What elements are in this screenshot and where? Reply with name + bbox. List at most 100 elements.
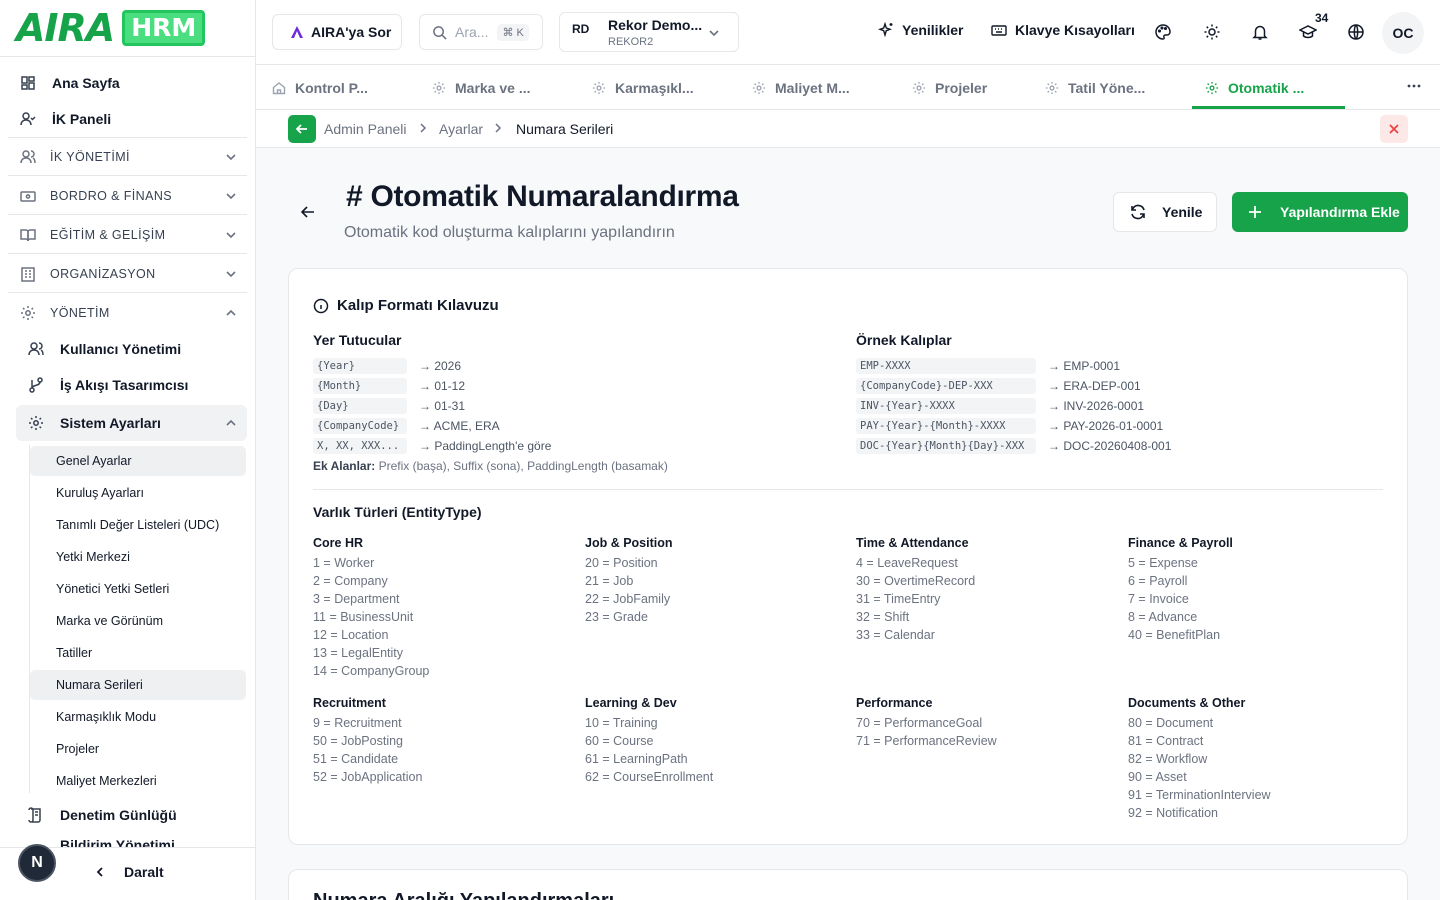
add-configuration-button[interactable]: Yapılandırma Ekle xyxy=(1232,192,1408,232)
sidebar-item-hr-panel[interactable]: İK Paneli xyxy=(8,101,247,137)
collapse-sidebar-button[interactable]: Daralt xyxy=(94,864,164,880)
breadcrumb-admin[interactable]: Admin Paneli xyxy=(324,121,407,137)
breadcrumb-settings[interactable]: Ayarlar xyxy=(439,121,483,137)
sidebar-subitem-udc[interactable]: Tanımlı Değer Listeleri (UDC) xyxy=(30,510,246,540)
tenant-avatar: RD xyxy=(572,22,590,36)
user-avatar[interactable]: OC xyxy=(1382,12,1424,54)
entity-item: 40 = BenefitPlan xyxy=(1128,628,1221,642)
more-horizontal-icon[interactable] xyxy=(1406,78,1422,94)
placeholder-code: X, XX, XXX... xyxy=(313,438,407,454)
sidebar-section-payroll[interactable]: BORDRO & FİNANS xyxy=(8,178,247,214)
arrow-left-icon[interactable] xyxy=(300,204,316,220)
sidebar-item-workflow[interactable]: İş Akışı Tasarımcısı xyxy=(16,367,247,403)
dev-tools-badge[interactable]: N xyxy=(18,844,56,882)
tab-cost-centers[interactable]: Maliyet M... xyxy=(752,65,850,110)
sidebar-item-users[interactable]: Kullanıcı Yönetimi xyxy=(16,331,247,367)
sidebar-subitem-holidays[interactable]: Tatiller xyxy=(30,638,246,668)
sidebar-subitem-number-series[interactable]: Numara Serileri xyxy=(30,670,246,700)
sidebar-section-management[interactable]: YÖNETİM xyxy=(8,295,247,331)
gear-icon xyxy=(592,81,606,94)
book-icon xyxy=(20,229,36,242)
sidebar-item-system-settings[interactable]: Sistem Ayarları xyxy=(16,405,247,441)
tenant-name: Rekor Demo... xyxy=(608,17,703,33)
tab-branding[interactable]: Marka ve ... xyxy=(432,65,531,110)
sidebar-item-home[interactable]: Ana Sayfa xyxy=(8,65,247,101)
entity-item: 31 = TimeEntry xyxy=(856,592,941,606)
refresh-icon xyxy=(1131,204,1145,220)
brand-logo[interactable]: AIRA HRM xyxy=(0,0,255,57)
users-icon xyxy=(28,342,44,356)
entity-item: 20 = Position xyxy=(585,556,658,570)
entity-item: 11 = BusinessUnit xyxy=(313,610,414,624)
sidebar-item-label: Bildirim Yönetimi xyxy=(60,837,175,847)
entity-item: 14 = CompanyGroup xyxy=(313,664,430,678)
search-button[interactable]: Ara... ⌘ K xyxy=(419,14,543,50)
pattern-guide-card: Kalıp Formatı Kılavuzu Yer Tutucular {Ye… xyxy=(288,268,1408,845)
entity-item: 71 = PerformanceReview xyxy=(856,734,997,748)
collapse-label: Daralt xyxy=(124,864,164,880)
logo-badge: HRM xyxy=(122,10,206,46)
keyboard-shortcuts-button[interactable]: Klavye Kısayolları xyxy=(991,22,1135,38)
tenant-switcher[interactable]: RD Rekor Demo... REKOR2 xyxy=(559,12,739,52)
close-page-button[interactable] xyxy=(1380,115,1408,143)
sun-icon[interactable] xyxy=(1203,23,1221,41)
examples-heading: Örnek Kalıplar xyxy=(856,332,952,348)
sidebar-subitem-general[interactable]: Genel Ayarlar xyxy=(30,446,246,476)
example-code: {CompanyCode}-DEP-XXX xyxy=(856,378,1036,394)
extra-fields-note: Ek Alanlar: Prefix (başa), Suffix (sona)… xyxy=(313,459,668,473)
sidebar-section-organization[interactable]: ORGANİZASYON xyxy=(8,256,247,292)
graduation-cap-icon[interactable] xyxy=(1299,23,1317,41)
entity-group-title: Documents & Other xyxy=(1128,696,1246,710)
entity-item: 90 = Asset xyxy=(1128,770,1187,784)
tab-holidays[interactable]: Tatil Yöne... xyxy=(1045,65,1145,110)
entity-item: 12 = Location xyxy=(313,628,389,642)
palette-icon[interactable] xyxy=(1154,23,1172,41)
entity-item: 13 = LegalEntity xyxy=(313,646,403,660)
chevron-right-icon xyxy=(495,123,502,133)
whats-new-button[interactable]: Yenilikler xyxy=(878,22,963,38)
divider xyxy=(8,253,247,254)
search-placeholder: Ara... xyxy=(455,24,489,40)
refresh-button[interactable]: Yenile xyxy=(1113,192,1217,232)
entity-item: 61 = LearningPath xyxy=(585,752,688,766)
entity-item: 8 = Advance xyxy=(1128,610,1198,624)
bell-icon[interactable] xyxy=(1251,23,1269,41)
notification-count: 34 xyxy=(1315,11,1329,25)
tab-projects[interactable]: Projeler xyxy=(912,65,987,110)
entity-types-heading: Varlık Türleri (EntityType) xyxy=(313,504,482,520)
number-range-config-card: Numara Aralığı Yapılandırmaları xyxy=(288,869,1408,900)
chevron-down-icon xyxy=(226,232,236,239)
sidebar-subitem-cost-centers[interactable]: Maliyet Merkezleri xyxy=(30,766,246,796)
sidebar-subitem-manager-sets[interactable]: Yönetici Yetki Setleri xyxy=(30,574,246,604)
sidebar-subitem-projects[interactable]: Projeler xyxy=(30,734,246,764)
divider xyxy=(8,137,247,138)
sidebar-subitem-organization[interactable]: Kuruluş Ayarları xyxy=(30,478,246,508)
sidebar-subitem-permissions[interactable]: Yetki Merkezi xyxy=(30,542,246,572)
sidebar-item-label: İK Paneli xyxy=(52,111,112,127)
entity-group-title: Learning & Dev xyxy=(585,696,677,710)
placeholder-code: {Month} xyxy=(313,378,407,394)
example-result: → PAY-2026-01-0001 xyxy=(1048,419,1164,433)
sidebar-item-audit-log[interactable]: Denetim Günlüğü xyxy=(16,797,247,833)
chevron-right-icon xyxy=(420,123,427,133)
card-title-text: Numara Aralığı Yapılandırmaları xyxy=(313,890,614,900)
back-button[interactable] xyxy=(288,115,316,143)
ask-aira-button[interactable]: AIRA'ya Sor xyxy=(272,14,402,50)
chevron-down-icon xyxy=(709,30,719,37)
sidebar-item-notifications[interactable]: Bildirim Yönetimi xyxy=(16,833,247,847)
sidebar-subitem-branding[interactable]: Marka ve Görünüm xyxy=(30,606,246,636)
sidebar-subitem-complexity[interactable]: Karmaşıklık Modu xyxy=(30,702,246,732)
tab-dashboard[interactable]: Kontrol P... xyxy=(272,65,368,110)
gear-icon xyxy=(21,306,35,320)
globe-icon[interactable] xyxy=(1347,23,1365,41)
entity-group-title: Finance & Payroll xyxy=(1128,536,1233,550)
divider xyxy=(313,489,1383,490)
chevron-down-icon xyxy=(226,193,236,200)
active-tab-indicator xyxy=(1192,106,1345,109)
gear-icon xyxy=(1045,81,1059,94)
tab-auto-numbering[interactable]: Otomatik ... xyxy=(1205,65,1304,110)
tab-complexity[interactable]: Karmaşıkl... xyxy=(592,65,694,110)
entity-item: 51 = Candidate xyxy=(313,752,399,766)
sidebar-section-training[interactable]: EĞİTİM & GELİŞİM xyxy=(8,217,247,253)
sidebar-section-hr[interactable]: İK YÖNETİMİ xyxy=(8,139,247,175)
